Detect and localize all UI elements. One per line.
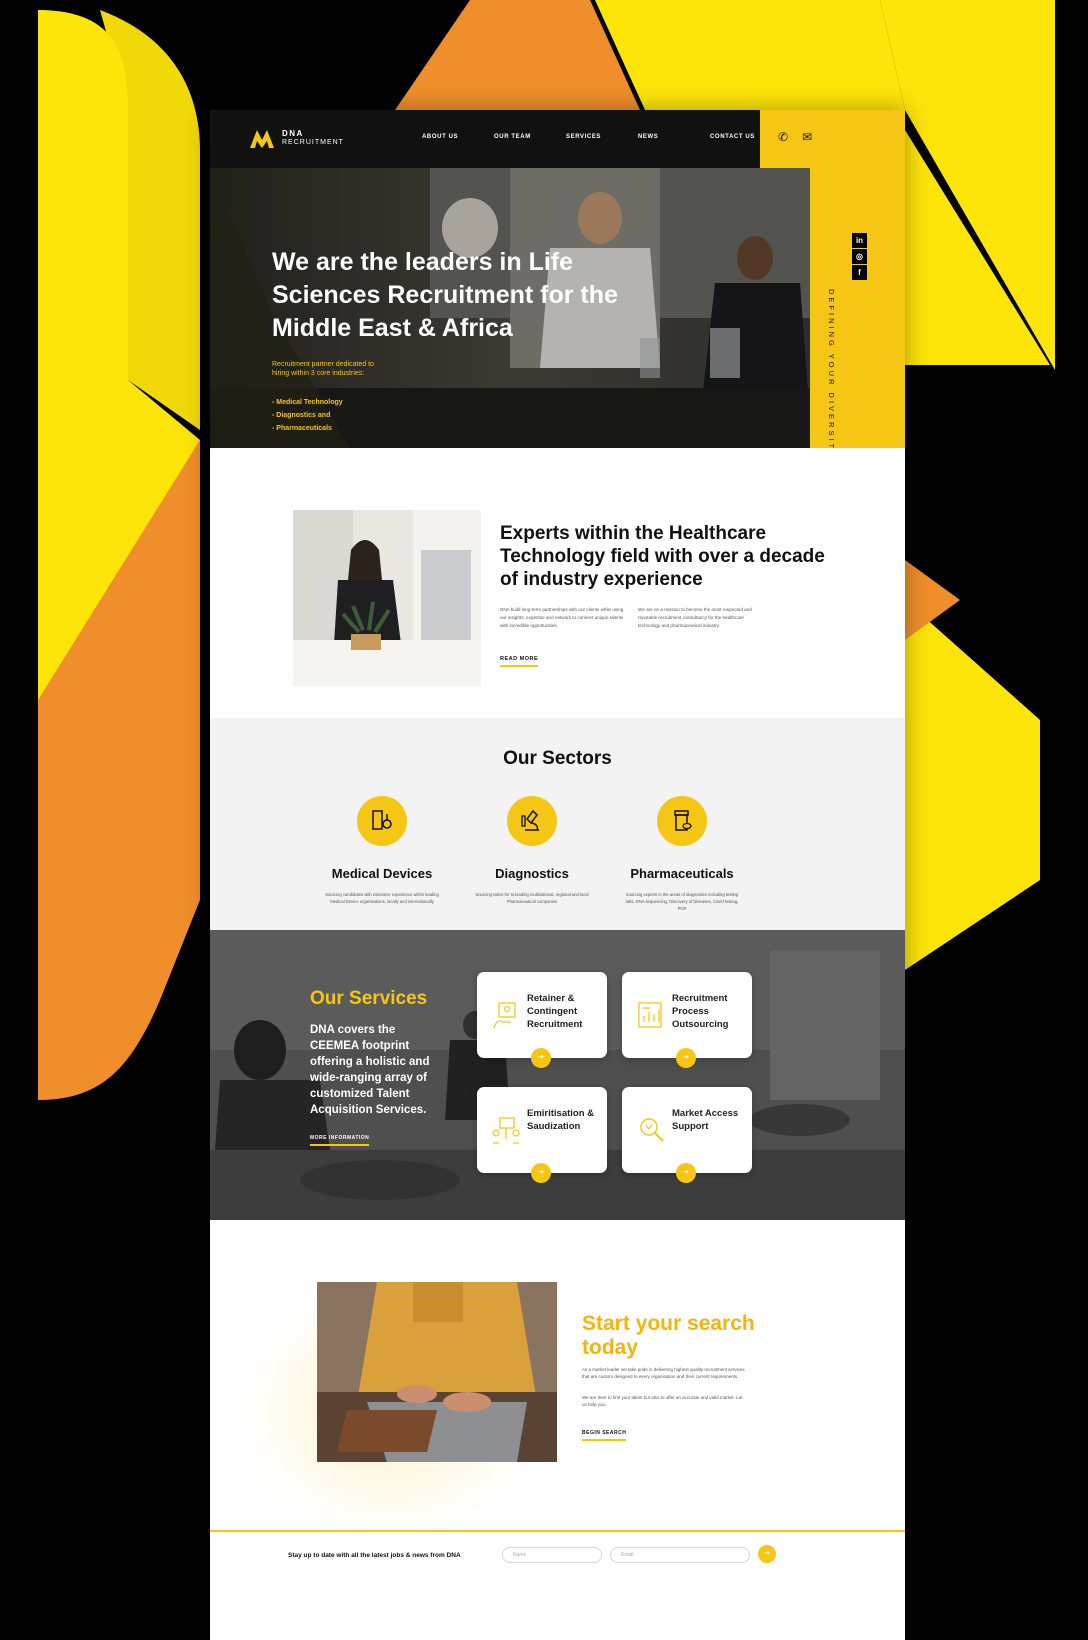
newsletter-bar: Stay up to date with all the latest jobs… [210,1530,905,1640]
linkedin-icon[interactable]: in [852,233,867,248]
experts-section: Experts within the Healthcare Technology… [210,448,905,718]
microscope-icon [507,796,557,846]
site-header: DNA RECRUITMENT ABOUT US OUR TEAM SERVIC… [210,110,905,168]
service-card-market-access[interactable]: Market Access Support ➔ [622,1087,752,1183]
instagram-icon[interactable]: ◎ [852,249,867,264]
pill-bottle-icon [657,796,707,846]
nav-services[interactable]: SERVICES [566,134,638,140]
main-nav: ABOUT US OUR TEAM SERVICES NEWS CONTACT … [422,134,782,140]
nav-about[interactable]: ABOUT US [422,134,494,140]
experts-col-2: We are on a mission to become the most r… [638,607,752,628]
industry-item: - Medical Technology [272,399,343,406]
phone-icon[interactable]: ✆ [778,130,788,144]
sectors-title: Our Sectors [503,748,612,769]
sectors-section: Our Sectors Medical Devices Sourcing can… [210,718,905,930]
service-card-retainer[interactable]: Retainer & Contingent Recruitment ➔ [477,972,607,1068]
service-card-emiritisation[interactable]: Emiritisation & Saudization ➔ [477,1087,607,1183]
service-label: Recruitment Process Outsourcing [672,993,729,1030]
arrow-right-icon[interactable]: ➔ [531,1163,551,1183]
sector-pharmaceuticals[interactable]: Pharmaceuticals Sourcing experts in the … [607,796,757,912]
header-icons: ✆ ✉ [778,130,812,144]
services-text: DNA covers the CEEMEA footprint offering… [310,1024,430,1116]
sector-diagnostics[interactable]: Diagnostics Sourcing talent for to leadi… [457,796,607,905]
more-information-link[interactable]: MORE INFORMATION [310,1135,370,1146]
laptop-typing-photo [317,1282,557,1462]
read-more-link[interactable]: READ MORE [500,656,539,667]
website-mockup: DNA RECRUITMENT ABOUT US OUR TEAM SERVIC… [210,110,905,1640]
process-chart-icon [638,1002,662,1028]
logo-mark-icon [250,130,274,148]
arrow-right-icon[interactable]: ➔ [531,1048,551,1068]
email-input[interactable]: Email [610,1547,750,1563]
industry-item: - Pharmaceuticals [272,425,332,432]
arrow-right-icon[interactable]: ➔ [676,1048,696,1068]
search-paragraph-2: We are here to find your talent but also… [582,1395,743,1407]
hero-title: We are the leaders in Life Sciences Recr… [272,248,618,342]
sector-desc: Sourcing experts in the areas of diagnos… [625,892,739,911]
nav-news[interactable]: NEWS [638,134,710,140]
office-woman-photo [293,510,481,686]
logo-text: DNA RECRUITMENT [282,128,344,147]
nav-team[interactable]: OUR TEAM [494,134,566,140]
sector-desc: Sourcing candidates with extensive exper… [325,892,439,904]
arrow-right-icon[interactable]: ➔ [676,1163,696,1183]
sector-medical-devices[interactable]: Medical Devices Sourcing candidates with… [307,796,457,905]
name-input[interactable]: Name [502,1547,602,1563]
facebook-icon[interactable]: f [852,265,867,280]
services-title: Our Services [310,988,428,1009]
sector-name: Diagnostics [495,866,569,881]
logo-word: DNA [282,128,304,138]
magnifier-icon [640,1118,664,1142]
logo[interactable]: DNA RECRUITMENT [248,126,344,150]
newsletter-text: Stay up to date with all the latest jobs… [288,1552,461,1559]
service-label: Emiritisation & Saudization [527,1108,595,1132]
search-paragraph-1: As a market leader we take pride in deli… [582,1367,745,1379]
sector-desc: Sourcing talent for to leading multinati… [475,892,589,904]
submit-arrow-icon[interactable]: ➔ [758,1545,776,1563]
experts-title: Experts within the Healthcare Technology… [500,523,825,590]
hero-subtitle: Recruitment partner dedicated to hiring … [272,361,374,377]
medical-device-icon [357,796,407,846]
hero-section: We are the leaders in Life Sciences Recr… [210,168,905,448]
mail-icon[interactable]: ✉ [802,130,812,144]
hero-accent [810,168,905,448]
begin-search-button[interactable]: BEGIN SEARCH [582,1430,627,1441]
service-card-rpo[interactable]: Recruitment Process Outsourcing ➔ [622,972,752,1068]
industry-item: - Diagnostics and [272,412,331,419]
nav-contact[interactable]: CONTACT US [710,134,782,140]
hero-industries: - Medical Technology - Diagnostics and -… [272,396,343,435]
services-section: Our Services DNA covers the CEEMEA footp… [210,930,905,1220]
service-label: Retainer & Contingent Recruitment [527,993,583,1030]
sector-name: Medical Devices [331,866,433,881]
people-network-icon [492,1117,520,1144]
search-section: Start your search today As a market lead… [210,1220,905,1530]
experts-col-1: DNA build long-term partnerships with ou… [500,607,624,628]
social-bar: in ◎ f [852,233,868,281]
sector-name: Pharmaceuticals [630,866,734,881]
candidate-icon [493,1002,516,1029]
service-label: Market Access Support [672,1108,739,1132]
logo-sub: RECRUITMENT [282,138,344,146]
search-title: Start your search today [582,1312,755,1359]
experts-columns: DNA build long-term partnerships with ou… [500,606,770,630]
